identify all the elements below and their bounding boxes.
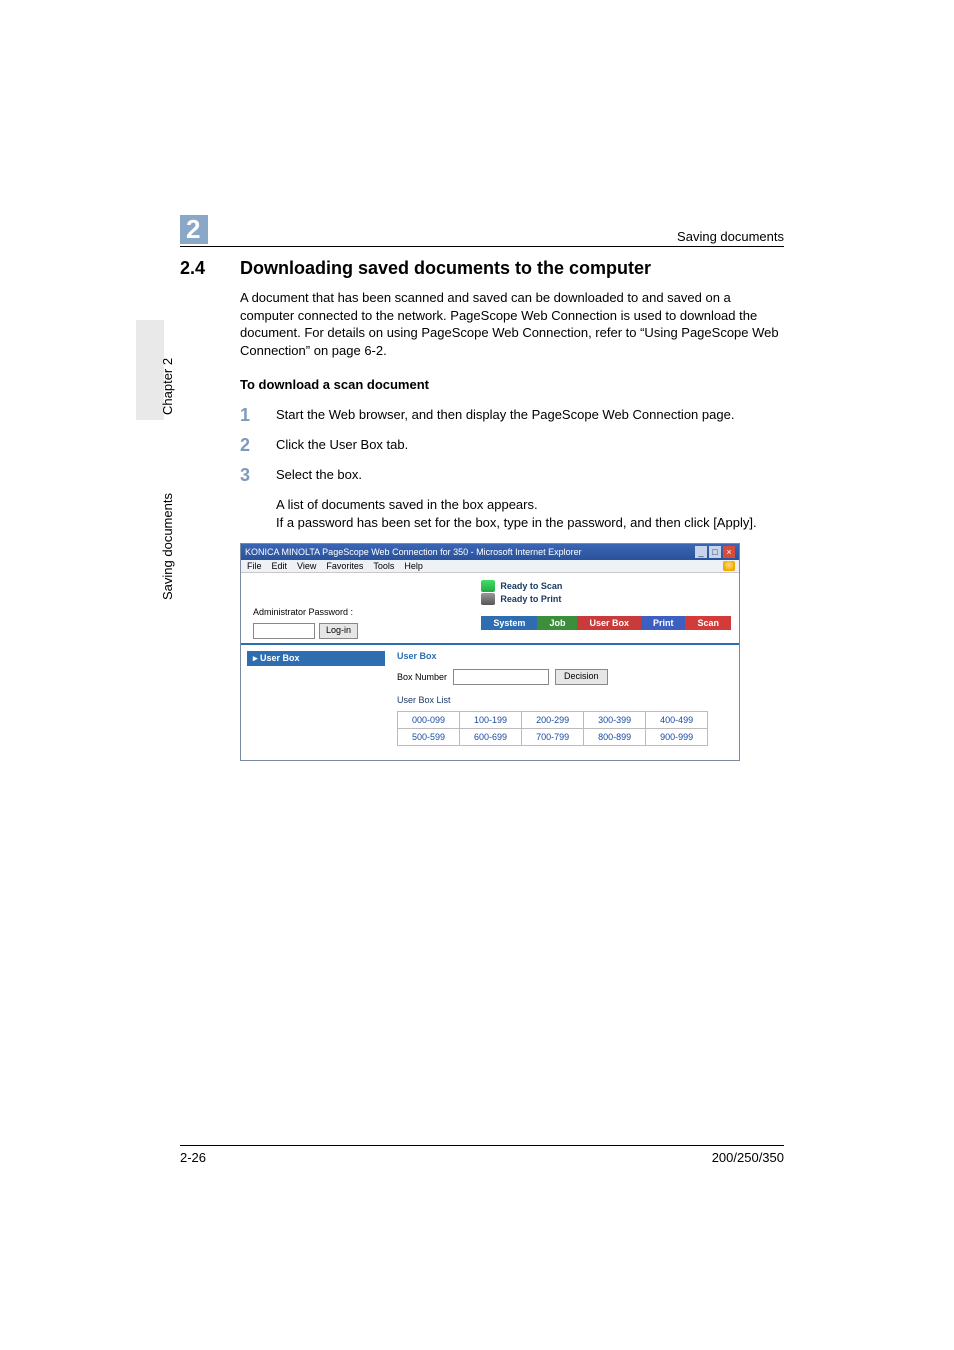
step-text: Start the Web browser, and then display … bbox=[276, 406, 784, 424]
box-number-row: Box Number Decision bbox=[397, 669, 729, 685]
close-icon[interactable]: × bbox=[723, 546, 735, 558]
admin-password-label: Administrator Password : bbox=[253, 607, 353, 617]
table-row: 000-099 100-199 200-299 300-399 400-499 bbox=[398, 712, 708, 729]
chapter-number-badge: 2 bbox=[180, 215, 208, 244]
menu-item[interactable]: Help bbox=[404, 561, 423, 571]
browser-body: Administrator Password : Log-in Ready to… bbox=[241, 573, 739, 760]
table-row: 500-599 600-699 700-799 800-899 900-999 bbox=[398, 729, 708, 746]
step-number: 1 bbox=[240, 406, 254, 424]
panel: User Box Box Number Decision User Box Li… bbox=[391, 645, 739, 760]
admin-password-input[interactable] bbox=[253, 623, 315, 639]
range-link[interactable]: 500-599 bbox=[398, 729, 460, 746]
range-link[interactable]: 900-999 bbox=[646, 729, 708, 746]
screenshot-window: KONICA MINOLTA PageScope Web Connection … bbox=[240, 543, 740, 761]
status-print-label: Ready to Print bbox=[500, 594, 561, 604]
scanner-icon bbox=[481, 580, 495, 592]
step-detail: A list of documents saved in the box app… bbox=[276, 496, 784, 531]
running-title: Saving documents bbox=[677, 229, 784, 244]
menu-item[interactable]: Edit bbox=[272, 561, 288, 571]
menu-item[interactable]: File bbox=[247, 561, 262, 571]
chapter-label: Chapter 2 bbox=[160, 358, 175, 415]
step-number: 3 bbox=[240, 466, 254, 484]
tabs: System Job User Box Print Scan bbox=[481, 606, 731, 630]
page-header: 2 Saving documents bbox=[180, 215, 784, 247]
tab-system[interactable]: System bbox=[481, 616, 537, 630]
side-item-userbox[interactable]: ▸ User Box bbox=[247, 651, 385, 666]
procedure-heading: To download a scan document bbox=[240, 377, 784, 392]
page-number: 2-26 bbox=[180, 1150, 206, 1165]
section-number: 2.4 bbox=[180, 258, 220, 279]
range-link[interactable]: 800-899 bbox=[584, 729, 646, 746]
range-table: 000-099 100-199 200-299 300-399 400-499 … bbox=[397, 711, 708, 746]
range-link[interactable]: 300-399 bbox=[584, 712, 646, 729]
range-link[interactable]: 200-299 bbox=[522, 712, 584, 729]
side-label: Chapter 2 Saving documents bbox=[140, 320, 160, 620]
section-title: 2.4 Downloading saved documents to the c… bbox=[180, 258, 784, 279]
window-buttons: _ □ × bbox=[695, 546, 735, 558]
window-title: KONICA MINOLTA PageScope Web Connection … bbox=[245, 547, 582, 557]
range-link[interactable]: 100-199 bbox=[460, 712, 522, 729]
range-link[interactable]: 700-799 bbox=[522, 729, 584, 746]
status-scan-label: Ready to Scan bbox=[500, 581, 562, 591]
menu-item[interactable]: Favorites bbox=[326, 561, 363, 571]
tab-userbox[interactable]: User Box bbox=[577, 616, 641, 630]
step: 3 Select the box. bbox=[240, 466, 784, 484]
tab-print[interactable]: Print bbox=[641, 616, 686, 630]
admin-login-row: Administrator Password : bbox=[253, 607, 471, 617]
logo-area: Administrator Password : Log-in bbox=[249, 579, 471, 639]
printer-icon bbox=[481, 593, 495, 605]
section-heading: Downloading saved documents to the compu… bbox=[240, 258, 651, 279]
minimize-icon[interactable]: _ bbox=[695, 546, 707, 558]
intro-paragraph: A document that has been scanned and sav… bbox=[240, 289, 784, 359]
main-area: ▸ User Box User Box Box Number Decision … bbox=[241, 643, 739, 760]
range-link[interactable]: 600-699 bbox=[460, 729, 522, 746]
section-label: Saving documents bbox=[160, 493, 175, 600]
window-titlebar: KONICA MINOLTA PageScope Web Connection … bbox=[241, 544, 739, 560]
menubar: File Edit View Favorites Tools Help bbox=[241, 560, 739, 573]
decision-button[interactable]: Decision bbox=[555, 669, 608, 685]
model-number: 200/250/350 bbox=[712, 1150, 784, 1165]
box-number-input[interactable] bbox=[453, 669, 549, 685]
step: 2 Click the User Box tab. bbox=[240, 436, 784, 454]
range-link[interactable]: 000-099 bbox=[398, 712, 460, 729]
menu-item[interactable]: View bbox=[297, 561, 316, 571]
step-text: Click the User Box tab. bbox=[276, 436, 784, 454]
status-area: Ready to Scan Ready to Print System Job … bbox=[471, 579, 731, 630]
step-number: 2 bbox=[240, 436, 254, 454]
panel-heading: User Box bbox=[397, 651, 729, 661]
menu-item[interactable]: Tools bbox=[373, 561, 394, 571]
top-area: Administrator Password : Log-in Ready to… bbox=[241, 573, 739, 643]
tab-job[interactable]: Job bbox=[537, 616, 577, 630]
content: 2.4 Downloading saved documents to the c… bbox=[180, 258, 784, 761]
box-number-label: Box Number bbox=[397, 672, 447, 682]
page-footer: 2-26 200/250/350 bbox=[180, 1145, 784, 1165]
step: 1 Start the Web browser, and then displa… bbox=[240, 406, 784, 424]
user-box-list-label: User Box List bbox=[397, 695, 729, 705]
tab-scan[interactable]: Scan bbox=[685, 616, 731, 630]
range-link[interactable]: 400-499 bbox=[646, 712, 708, 729]
side-nav: ▸ User Box bbox=[241, 645, 391, 760]
maximize-icon[interactable]: □ bbox=[709, 546, 721, 558]
step-text: Select the box. bbox=[276, 466, 784, 484]
login-button[interactable]: Log-in bbox=[319, 623, 358, 639]
